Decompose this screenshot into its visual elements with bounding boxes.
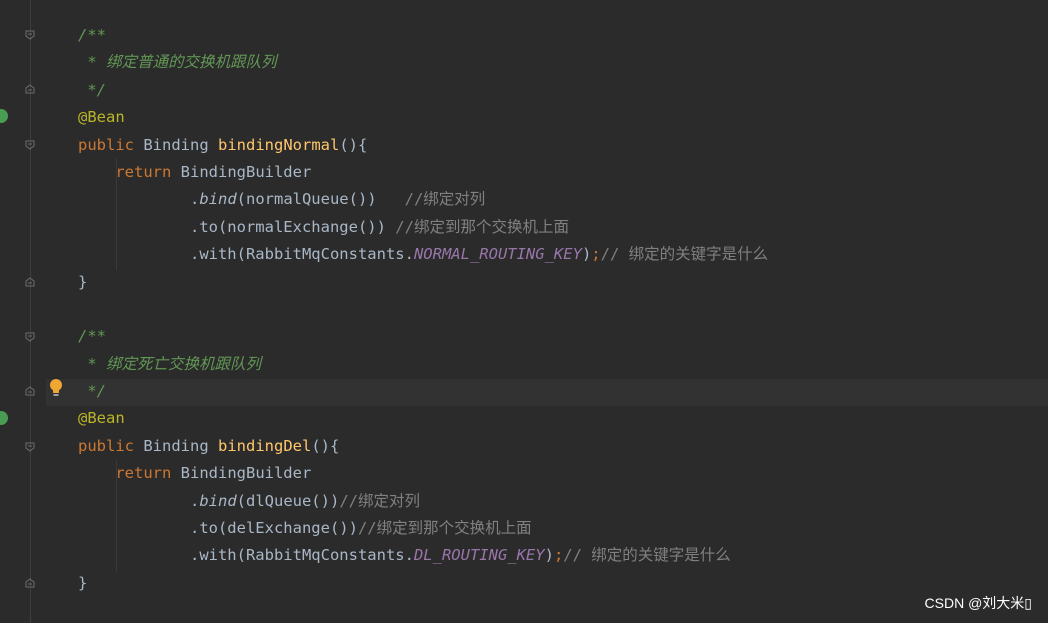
- code-line: .with(RabbitMqConstants.DL_ROUTING_KEY);…: [189, 546, 731, 565]
- fold-icon[interactable]: [25, 30, 35, 40]
- fold-icon[interactable]: [25, 332, 35, 342]
- code-line: @Bean: [78, 104, 768, 131]
- code-line: .to(delExchange())//绑定到那个交换机上面: [189, 519, 532, 538]
- code-content[interactable]: /** * 绑定普通的交换机跟队列 */ @Bean public Bindin…: [78, 22, 768, 597]
- code-line: * 绑定普通的交换机跟队列: [78, 53, 277, 72]
- code-line: return BindingBuilder: [115, 464, 312, 483]
- code-line: /**: [78, 26, 106, 44]
- editor-gutter: [0, 0, 46, 623]
- fold-icon[interactable]: [25, 386, 35, 396]
- code-line: }: [78, 272, 88, 291]
- code-line: public Binding bindingDel(){: [78, 436, 340, 455]
- code-line: return BindingBuilder: [115, 162, 312, 181]
- fold-icon[interactable]: [25, 442, 35, 452]
- method-name: bindingNormal: [218, 135, 340, 154]
- method-name: bindingDel: [218, 436, 312, 455]
- code-line: }: [78, 573, 88, 592]
- code-editor[interactable]: /** * 绑定普通的交换机跟队列 */ @Bean public Bindin…: [0, 0, 1048, 623]
- fold-icon[interactable]: [25, 277, 35, 287]
- code-line: .to(normalExchange()) //绑定到那个交换机上面: [189, 217, 569, 236]
- fold-icon[interactable]: [25, 140, 35, 150]
- code-line: .with(RabbitMqConstants.NORMAL_ROUTING_K…: [189, 245, 769, 264]
- watermark: CSDN @刘大米▯: [924, 595, 1032, 611]
- code-line: * 绑定死亡交换机跟队列: [78, 354, 261, 373]
- lightbulb-icon[interactable]: [48, 378, 64, 398]
- code-line: @Bean: [78, 405, 768, 432]
- annotation-token: @Bean: [78, 409, 125, 428]
- code-line: /**: [78, 327, 106, 346]
- code-line: public Binding bindingNormal(){: [78, 135, 368, 154]
- code-line: .bind(normalQueue()) //绑定对列: [189, 190, 486, 209]
- code-line: .bind(dlQueue())//绑定对列: [189, 491, 420, 510]
- fold-icon[interactable]: [25, 578, 35, 588]
- annotation-token: @Bean: [78, 108, 125, 127]
- fold-icon[interactable]: [25, 84, 35, 94]
- code-line: */: [78, 80, 106, 99]
- code-line: */: [78, 382, 106, 401]
